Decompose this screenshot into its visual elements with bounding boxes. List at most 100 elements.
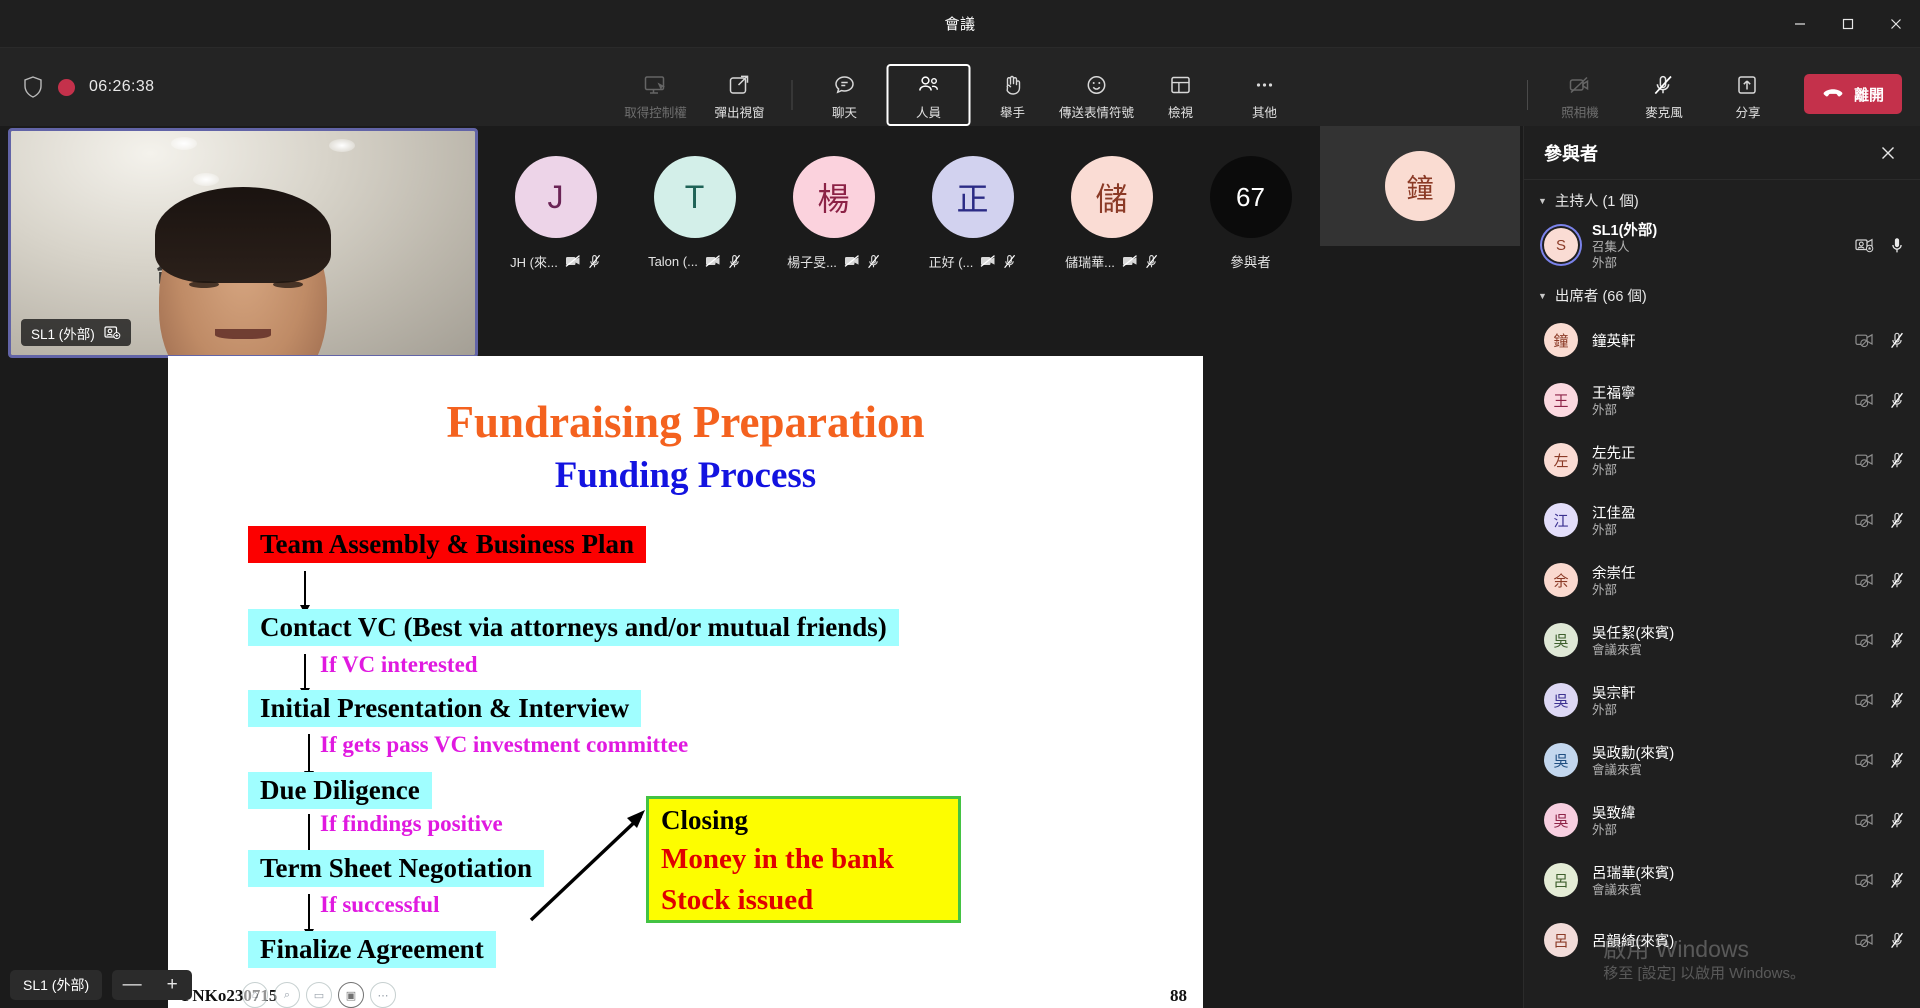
participant-row[interactable]: 王 王福寧 外部 [1524,370,1920,430]
participant-info: 鐘英軒 [1592,330,1847,351]
mic-off-icon [1890,452,1904,469]
participant-row[interactable]: 吳 吳政勳(來賓) 會議來賓 [1524,730,1920,790]
participant-status-icons [1855,752,1904,769]
slide-present-icon[interactable]: ▣ [338,982,364,1008]
camera-off-icon [1855,452,1874,468]
people-button[interactable]: 人員 [886,64,971,132]
group-header-attendees[interactable]: ▼ 出席者 (66 個) [1524,275,1920,310]
flow-step-box: Term Sheet Negotiation [248,850,544,887]
chat-button[interactable]: 聊天 [803,64,887,126]
participant-row[interactable]: S SL1(外部) 召集人 外部 [1524,215,1920,275]
flow-condition-label: If findings positive [320,811,503,836]
avatar: 余 [1544,563,1578,597]
microphone-button[interactable]: 麥克風 [1622,64,1706,126]
pop-out-window-button[interactable]: 彈出視窗 [698,64,782,126]
participant-org: 外部 [1592,522,1618,537]
close-icon[interactable] [1872,137,1904,169]
request-control-button[interactable]: 取得控制權 [614,64,698,126]
mic-off-icon [1890,932,1904,949]
participant-info: SL1(外部) 召集人 外部 [1592,219,1847,271]
group-header-organizers[interactable]: ▼ 主持人 (1 個) [1524,180,1920,215]
slide-home-icon[interactable]: ⌂ [242,982,268,1008]
participant-name: 吳致緯 [1592,805,1636,822]
avatar: 鐘 [1544,323,1578,357]
raise-hand-button[interactable]: 舉手 [971,64,1055,126]
slide-fit-icon[interactable]: ▭ [306,982,332,1008]
mic-off-icon [1890,392,1904,409]
participant-row[interactable]: 余 余崇任 外部 [1524,550,1920,610]
participants-list[interactable]: ▼ 主持人 (1 個) S SL1(外部) 召集人 外部 ▼ 出席者 (66 個… [1524,180,1920,1008]
zoom-in-button[interactable]: + [152,970,192,1000]
participant-tile[interactable]: T Talon (... [625,156,764,270]
people-label: 人員 [915,105,941,120]
more-options-button[interactable]: 其他 [1223,64,1307,126]
avatar: T [653,156,736,238]
mic-off-icon [1890,752,1904,769]
participant-info: 吳政勳(來賓) 會議來賓 [1592,742,1847,779]
mic-off-icon [1890,872,1904,889]
avatar: 呂 [1544,863,1578,897]
participant-row[interactable]: 吳 吳宗軒 外部 [1524,670,1920,730]
pop-out-window-label: 彈出視窗 [714,105,765,120]
camera-off-icon [565,254,581,268]
participant-row[interactable]: 左 左先正 外部 [1524,430,1920,490]
overflow-label: 參與者 [1230,255,1271,270]
slide-title: Fundraising Preparation [446,397,925,447]
camera-off-icon [1567,72,1592,98]
spotlight-participant-tile[interactable]: 鐘 [1320,126,1520,246]
camera-button[interactable]: 照相機 [1538,64,1622,126]
raise-hand-icon [1000,72,1025,98]
hang-up-icon [1822,87,1844,101]
view-button[interactable]: 檢視 [1139,64,1223,126]
camera-add-icon[interactable] [1855,237,1874,253]
participant-name: 楊子旻... [787,254,837,270]
meeting-timer: 06:26:38 [89,78,155,95]
participant-info: 王福寧 外部 [1592,382,1847,419]
participant-tile[interactable]: 正 正好 (... [903,156,1042,270]
self-video-tile[interactable]: 台灣光 學苑 Taiwan S stitute SL1 (外部) [8,128,478,358]
leave-meeting-button[interactable]: 離開 [1803,74,1902,114]
mic-off-icon [1890,812,1904,829]
close-button[interactable] [1872,0,1920,48]
request-control-label: 取得控制權 [624,105,687,120]
participant-tile[interactable]: J JH (來... [486,156,625,270]
toolbar-divider-right [1526,80,1528,110]
participant-name: 余崇任 [1592,565,1636,582]
participant-name: 江佳盈 [1592,505,1636,522]
maximize-button[interactable] [1824,0,1872,48]
participant-meta: JH (來... [510,252,601,270]
slide-control-bar[interactable]: ⌂ ⌕ ▭ ▣ ⋯ [242,982,396,1008]
send-reaction-button[interactable]: 傳送表情符號 [1055,64,1139,126]
self-name-badge: SL1 (外部) [21,319,131,346]
participant-row[interactable]: 呂 呂瑞華(來賓) 會議來賓 [1524,850,1920,910]
participant-tile[interactable]: 儲 儲瑞華... [1042,156,1181,270]
zoom-out-button[interactable]: — [112,970,152,1000]
participant-row[interactable]: 呂 呂韻綺(來賓) [1524,910,1920,970]
participant-org: 外部 [1592,255,1618,270]
slide-more-icon[interactable]: ⋯ [370,982,396,1008]
participant-row[interactable]: 吳 吳任絜(來賓) 會議來賓 [1524,610,1920,670]
pin-person-icon[interactable] [104,325,121,340]
shared-content-slide[interactable]: Fundraising Preparation Funding Process … [168,356,1203,1008]
camera-off-icon [1855,332,1874,348]
participant-status-icons [1855,392,1904,409]
overflow-participants-tile[interactable]: 67 參與者 [1181,156,1320,270]
microphone-on-icon[interactable] [1890,237,1904,254]
participant-name: JH (來... [510,254,558,270]
participant-row[interactable]: 江 江佳盈 外部 [1524,490,1920,550]
slide-zoom-icon[interactable]: ⌕ [274,982,300,1008]
participants-panel-title: 參與者 [1544,143,1598,164]
minimize-button[interactable] [1776,0,1824,48]
recording-indicator-icon [58,78,75,96]
participant-row[interactable]: 吳 吳致緯 外部 [1524,790,1920,850]
participant-tile[interactable]: 楊 楊子旻... [764,156,903,270]
participant-status-icons [1855,512,1904,529]
participant-info: 余崇任 外部 [1592,562,1847,599]
presenter-name-badge: SL1 (外部) [10,970,103,1000]
participant-row[interactable]: 鐘 鐘英軒 [1524,310,1920,370]
share-button[interactable]: 分享 [1706,64,1790,126]
presenter-bottom-bar: SL1 (外部) — + [10,970,193,1000]
mic-off-icon [728,254,741,269]
emoji-icon [1084,72,1109,98]
camera-off-icon [1855,632,1874,648]
